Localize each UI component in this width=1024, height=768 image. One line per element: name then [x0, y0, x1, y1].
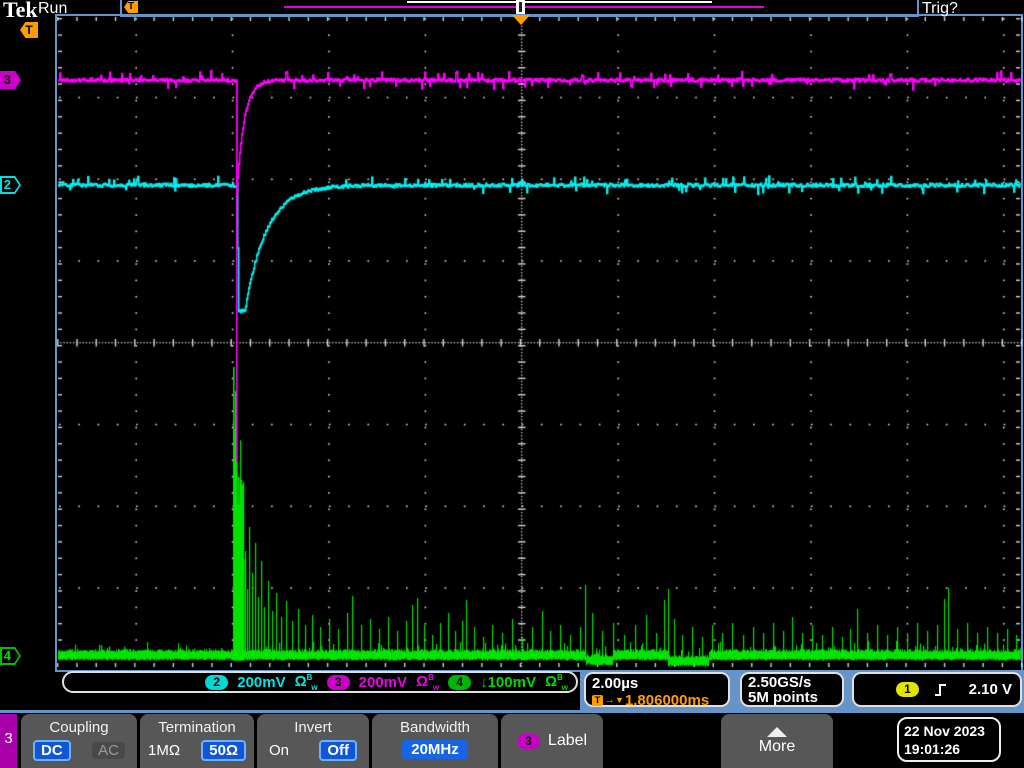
- trigger-t-icon: T: [124, 1, 138, 13]
- trigger-position-triangle-icon[interactable]: [512, 15, 530, 25]
- waveform-display: [0, 0, 1024, 768]
- channel-3-marker[interactable]: 3: [0, 71, 21, 89]
- invert-off-option[interactable]: Off: [319, 740, 357, 761]
- delay-triangle-icon: ▼: [615, 695, 624, 705]
- bandwidth-button[interactable]: Bandwidth 20MHz: [372, 714, 498, 768]
- channel-readout-bar: 2 200mV ΩBw 3 200mV ΩBw 4 ↓100mV ΩBw: [62, 671, 578, 693]
- coupling-ac-option[interactable]: AC: [92, 742, 125, 759]
- channel-4-marker[interactable]: 4: [0, 647, 21, 665]
- timebase-readout: 2.00µs T → ▼ 1.806000ms: [584, 672, 730, 707]
- readout-stripe: 2.00µs T → ▼ 1.806000ms 2.50GS/s 5M poin…: [580, 670, 1024, 711]
- channel-4-badge: 4: [448, 675, 471, 690]
- rising-edge-icon: [933, 681, 949, 698]
- channel-2-marker[interactable]: 2: [0, 176, 21, 194]
- time: 19:01:26: [904, 740, 999, 758]
- channel-4-impedance: ΩBw: [545, 673, 568, 692]
- channel-3-scale: 200mV: [359, 674, 407, 691]
- more-up-arrow-icon: [767, 727, 787, 737]
- record-length: 5M points: [748, 690, 842, 705]
- record-window-line: [407, 1, 712, 3]
- channel-3-badge: 3: [327, 675, 350, 690]
- trigger-source-badge: 1: [896, 682, 919, 697]
- termination-1m-option[interactable]: 1MΩ: [148, 742, 180, 759]
- channel-2-badge: 2: [205, 675, 228, 690]
- date: 22 Nov 2023: [904, 722, 999, 740]
- acquisition-readout: 2.50GS/s 5M points: [740, 672, 844, 707]
- termination-50-option[interactable]: 50Ω: [201, 740, 246, 761]
- timebase-scale: 2.00µs: [592, 675, 728, 692]
- trigger-readout: 1 2.10 V: [852, 672, 1022, 707]
- tek-logo: Tek: [3, 0, 38, 23]
- coupling-dc-option[interactable]: DC: [33, 740, 71, 761]
- coupling-button[interactable]: Coupling DC AC: [21, 714, 137, 768]
- termination-button[interactable]: Termination 1MΩ 50Ω: [140, 714, 254, 768]
- label-button[interactable]: 3 Label: [501, 714, 603, 768]
- delay-t-icon: T: [592, 695, 603, 706]
- channel-2-impedance: ΩBw: [295, 673, 318, 692]
- bandwidth-value[interactable]: 20MHz: [402, 740, 468, 759]
- trigger-position-marker[interactable]: [516, 0, 525, 14]
- channel-3-impedance: ΩBw: [416, 673, 439, 692]
- more-button[interactable]: More: [721, 714, 833, 768]
- menu-divider: [0, 710, 1024, 713]
- channel-4-scale: ↓100mV: [480, 674, 536, 691]
- delay-arrow-icon: →: [604, 694, 615, 706]
- channel-2-scale: 200mV: [237, 674, 285, 691]
- invert-on-option[interactable]: On: [269, 742, 289, 759]
- invert-button[interactable]: Invert On Off: [257, 714, 369, 768]
- label-channel-badge: 3: [517, 734, 540, 749]
- datetime-display: 22 Nov 2023 19:01:26: [897, 717, 1001, 762]
- delay-value: 1.806000ms: [625, 692, 709, 709]
- oscilloscope-screen: Tek Run T Trig? T 3 2 4 2 200mV ΩBw 3 20…: [0, 0, 1024, 768]
- sample-rate: 2.50GS/s: [748, 675, 842, 690]
- acquisition-status: Run: [38, 0, 67, 18]
- trigger-level: 2.10 V: [969, 681, 1020, 698]
- trigger-status: Trig?: [922, 0, 958, 18]
- active-channel-tab: 3: [0, 714, 17, 768]
